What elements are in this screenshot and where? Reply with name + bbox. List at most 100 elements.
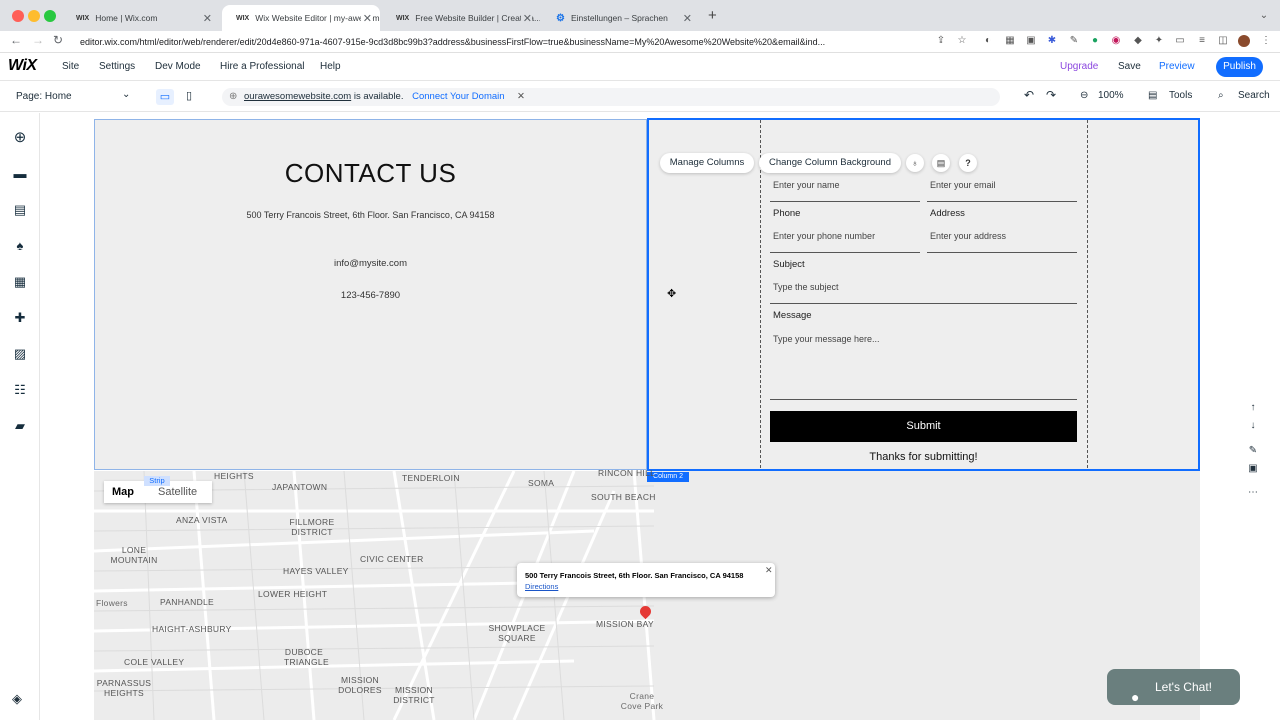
- chevron-down-icon[interactable]: ⌄: [122, 89, 130, 100]
- reload-icon[interactable]: ↻: [53, 33, 63, 47]
- move-cursor-icon: ✥: [667, 288, 677, 300]
- portfolio-icon[interactable]: ▰: [12, 418, 28, 434]
- layout-icon[interactable]: ▣: [1247, 463, 1259, 474]
- publish-button[interactable]: Publish: [1216, 57, 1263, 77]
- help-icon[interactable]: ?: [959, 154, 977, 172]
- theme-icon[interactable]: ♠: [12, 238, 28, 254]
- connect-domain-link[interactable]: Connect Your Domain: [412, 91, 504, 102]
- extension-icon[interactable]: ▣: [1025, 35, 1037, 47]
- map-toggle-satellite[interactable]: Satellite: [158, 486, 197, 498]
- page-selector[interactable]: Page: Home: [16, 91, 72, 102]
- puzzle-icon[interactable]: ✦: [1153, 35, 1165, 47]
- message-field[interactable]: Type your message here...: [773, 334, 880, 344]
- extension-icon[interactable]: ◐: [982, 35, 994, 47]
- maximize-window-button[interactable]: [44, 10, 56, 22]
- tab-close-icon[interactable]: ✕: [360, 11, 372, 25]
- name-field[interactable]: Enter your name: [773, 180, 840, 190]
- redo-icon[interactable]: ↷: [1046, 88, 1056, 102]
- minimize-window-button[interactable]: [28, 10, 40, 22]
- domain-name[interactable]: ourawesomewebsite.com: [244, 91, 351, 102]
- extension-icon[interactable]: ●: [1089, 35, 1101, 47]
- app-market-icon[interactable]: ✚: [12, 310, 28, 326]
- desktop-view-icon[interactable]: ▭: [156, 89, 174, 105]
- undo-icon[interactable]: ↶: [1024, 88, 1034, 102]
- thanks-message[interactable]: Thanks for submitting!: [770, 451, 1077, 463]
- menu-dev-mode[interactable]: Dev Mode: [155, 61, 201, 72]
- change-column-background-button[interactable]: Change Column Background: [759, 153, 901, 173]
- search-icon[interactable]: ⌕: [1218, 90, 1224, 101]
- tab-title: Home | Wix.com: [95, 13, 158, 23]
- layout-icon[interactable]: ▤: [932, 154, 950, 172]
- tab-home-wix[interactable]: WIX Home | Wix.com ✕: [62, 5, 220, 31]
- submit-button[interactable]: Submit: [770, 411, 1077, 442]
- extension-icon[interactable]: ✱: [1046, 35, 1058, 47]
- extension-icon[interactable]: ◆: [1132, 35, 1144, 47]
- zoom-out-icon[interactable]: ⊖: [1080, 90, 1088, 101]
- zoom-level[interactable]: 100%: [1098, 90, 1124, 101]
- email-field[interactable]: Enter your email: [930, 180, 996, 190]
- mobile-view-icon[interactable]: ▯: [186, 89, 192, 102]
- map-label: HEIGHTS: [214, 471, 254, 481]
- menu-help[interactable]: Help: [320, 61, 341, 72]
- extension-icon[interactable]: ▦: [1004, 35, 1016, 47]
- phone-field[interactable]: Enter your phone number: [773, 231, 875, 241]
- extension-icon[interactable]: ◉: [1110, 35, 1122, 47]
- map-toggle-map[interactable]: Map: [112, 486, 134, 498]
- cms-icon[interactable]: ☷: [12, 382, 28, 398]
- preview-button[interactable]: Preview: [1159, 61, 1195, 72]
- layers-icon[interactable]: ◈: [12, 691, 22, 707]
- add-elements-icon[interactable]: ⊕: [12, 130, 28, 146]
- bookmark-star-icon[interactable]: ☆: [956, 35, 968, 47]
- tab-close-icon[interactable]: ✕: [683, 12, 692, 25]
- save-button[interactable]: Save: [1118, 61, 1141, 72]
- tab-wix-editor[interactable]: WIX Wix Website Editor | my-awesome... ✕: [222, 5, 380, 31]
- menu-hire-professional[interactable]: Hire a Professional: [220, 61, 304, 72]
- tab-close-icon[interactable]: ✕: [203, 12, 212, 25]
- gear-icon: ⚙: [556, 12, 565, 24]
- more-icon[interactable]: ⋮: [1260, 35, 1272, 47]
- edit-icon[interactable]: ✎: [1247, 445, 1259, 456]
- share-icon[interactable]: ⇪: [935, 35, 947, 47]
- media-icon[interactable]: ▨: [12, 346, 28, 362]
- pages-icon[interactable]: ▤: [12, 202, 28, 218]
- tools-icon[interactable]: ▤: [1148, 90, 1157, 101]
- tab-title: Einstellungen – Sprachen: [570, 13, 668, 23]
- subject-field[interactable]: Type the subject: [773, 282, 839, 292]
- more-icon[interactable]: ⋯: [1247, 487, 1259, 498]
- avatar[interactable]: [1238, 35, 1250, 47]
- extension-icon[interactable]: ≡: [1196, 35, 1208, 47]
- menu-site[interactable]: Site: [62, 61, 79, 72]
- chat-widget[interactable]: ● Let's Chat!: [1107, 669, 1240, 705]
- animation-icon[interactable]: ♁: [906, 154, 924, 172]
- add-section-icon[interactable]: ▬: [12, 166, 28, 182]
- extension-icon[interactable]: ✎: [1068, 35, 1080, 47]
- upgrade-button[interactable]: Upgrade: [1060, 61, 1098, 72]
- move-down-icon[interactable]: ↓: [1247, 420, 1259, 431]
- tab-close-icon[interactable]: ✕: [520, 11, 532, 25]
- address-field[interactable]: Enter your address: [930, 231, 1006, 241]
- back-icon[interactable]: ←: [10, 33, 22, 47]
- wix-logo[interactable]: WiX: [8, 57, 37, 75]
- close-icon[interactable]: ✕: [765, 565, 773, 576]
- close-icon[interactable]: ✕: [517, 88, 525, 106]
- chevron-down-icon[interactable]: ⌄: [1258, 10, 1270, 22]
- tab-einstellungen[interactable]: ⚙ Einstellungen – Sprachen ✕: [542, 5, 700, 31]
- tools-button[interactable]: Tools: [1169, 90, 1192, 101]
- new-tab-icon[interactable]: +: [708, 7, 717, 24]
- directions-link[interactable]: Directions: [525, 582, 558, 591]
- manage-columns-button[interactable]: Manage Columns: [660, 153, 754, 173]
- search-button[interactable]: Search: [1238, 90, 1270, 101]
- contact-email[interactable]: info@mysite.com: [94, 258, 647, 269]
- extension-icon[interactable]: ▭: [1174, 35, 1186, 47]
- url-field[interactable]: editor.wix.com/html/editor/web/renderer/…: [80, 32, 980, 52]
- close-window-button[interactable]: [12, 10, 24, 22]
- tab-free-website-builder[interactable]: WIX Free Website Builder | Create a... ✕: [382, 5, 540, 31]
- forward-icon[interactable]: →: [32, 33, 44, 47]
- move-up-icon[interactable]: ↑: [1247, 402, 1259, 413]
- menu-settings[interactable]: Settings: [99, 61, 135, 72]
- sidebar-icon[interactable]: ◫: [1217, 35, 1229, 47]
- apps-icon[interactable]: ▦: [12, 274, 28, 290]
- contact-address[interactable]: 500 Terry Francois Street, 6th Floor. Sa…: [94, 210, 647, 220]
- contact-phone[interactable]: 123-456-7890: [94, 290, 647, 301]
- contact-title[interactable]: CONTACT US: [94, 158, 647, 189]
